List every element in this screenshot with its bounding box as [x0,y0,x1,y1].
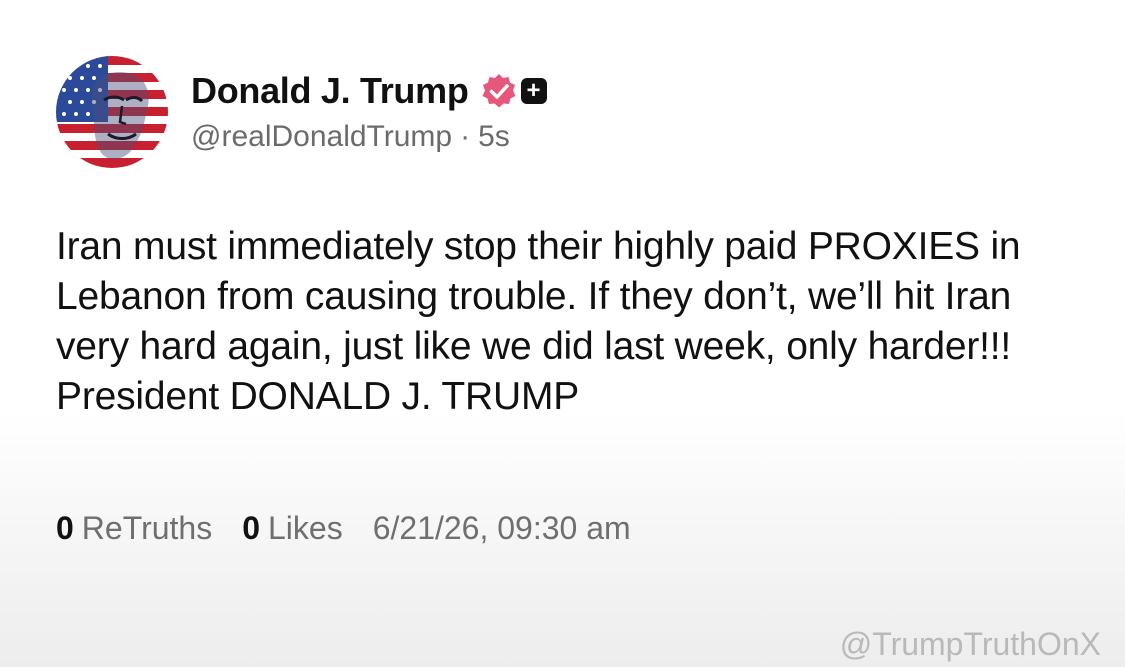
plus-icon[interactable]: + [520,78,547,104]
watermark: @TrumpTruthOnX [839,626,1101,662]
retruths-count: 0 [56,510,74,546]
likes-count: 0 [242,510,260,546]
avatar[interactable] [56,56,168,168]
separator-dot: · [460,120,471,153]
retruths-stat[interactable]: 0 ReTruths [56,510,212,547]
flag-face-avatar-icon [56,56,168,168]
time-ago[interactable]: 5s [478,120,510,154]
name-row: Donald J. Trump + [191,66,547,116]
post-stats: 0 ReTruths 0 Likes 6/21/26, 09:30 am [56,510,631,547]
display-name[interactable]: Donald J. Trump [191,70,469,112]
retruths-label: ReTruths [81,510,213,546]
likes-label: Likes [268,510,343,546]
post-header: Donald J. Trump + @realDonaldTrump · 5s [191,66,547,154]
likes-stat[interactable]: 0 Likes [242,510,343,547]
post-card: Donald J. Trump + @realDonaldTrump · 5s … [0,0,1125,667]
post-body-text: Iran must immediately stop their highly … [56,225,1021,418]
post-timestamp[interactable]: 6/21/26, 09:30 am [373,510,631,547]
handle-row: @realDonaldTrump · 5s [191,120,547,154]
verified-badge-icon [481,73,517,109]
user-handle[interactable]: @realDonaldTrump [191,120,452,154]
